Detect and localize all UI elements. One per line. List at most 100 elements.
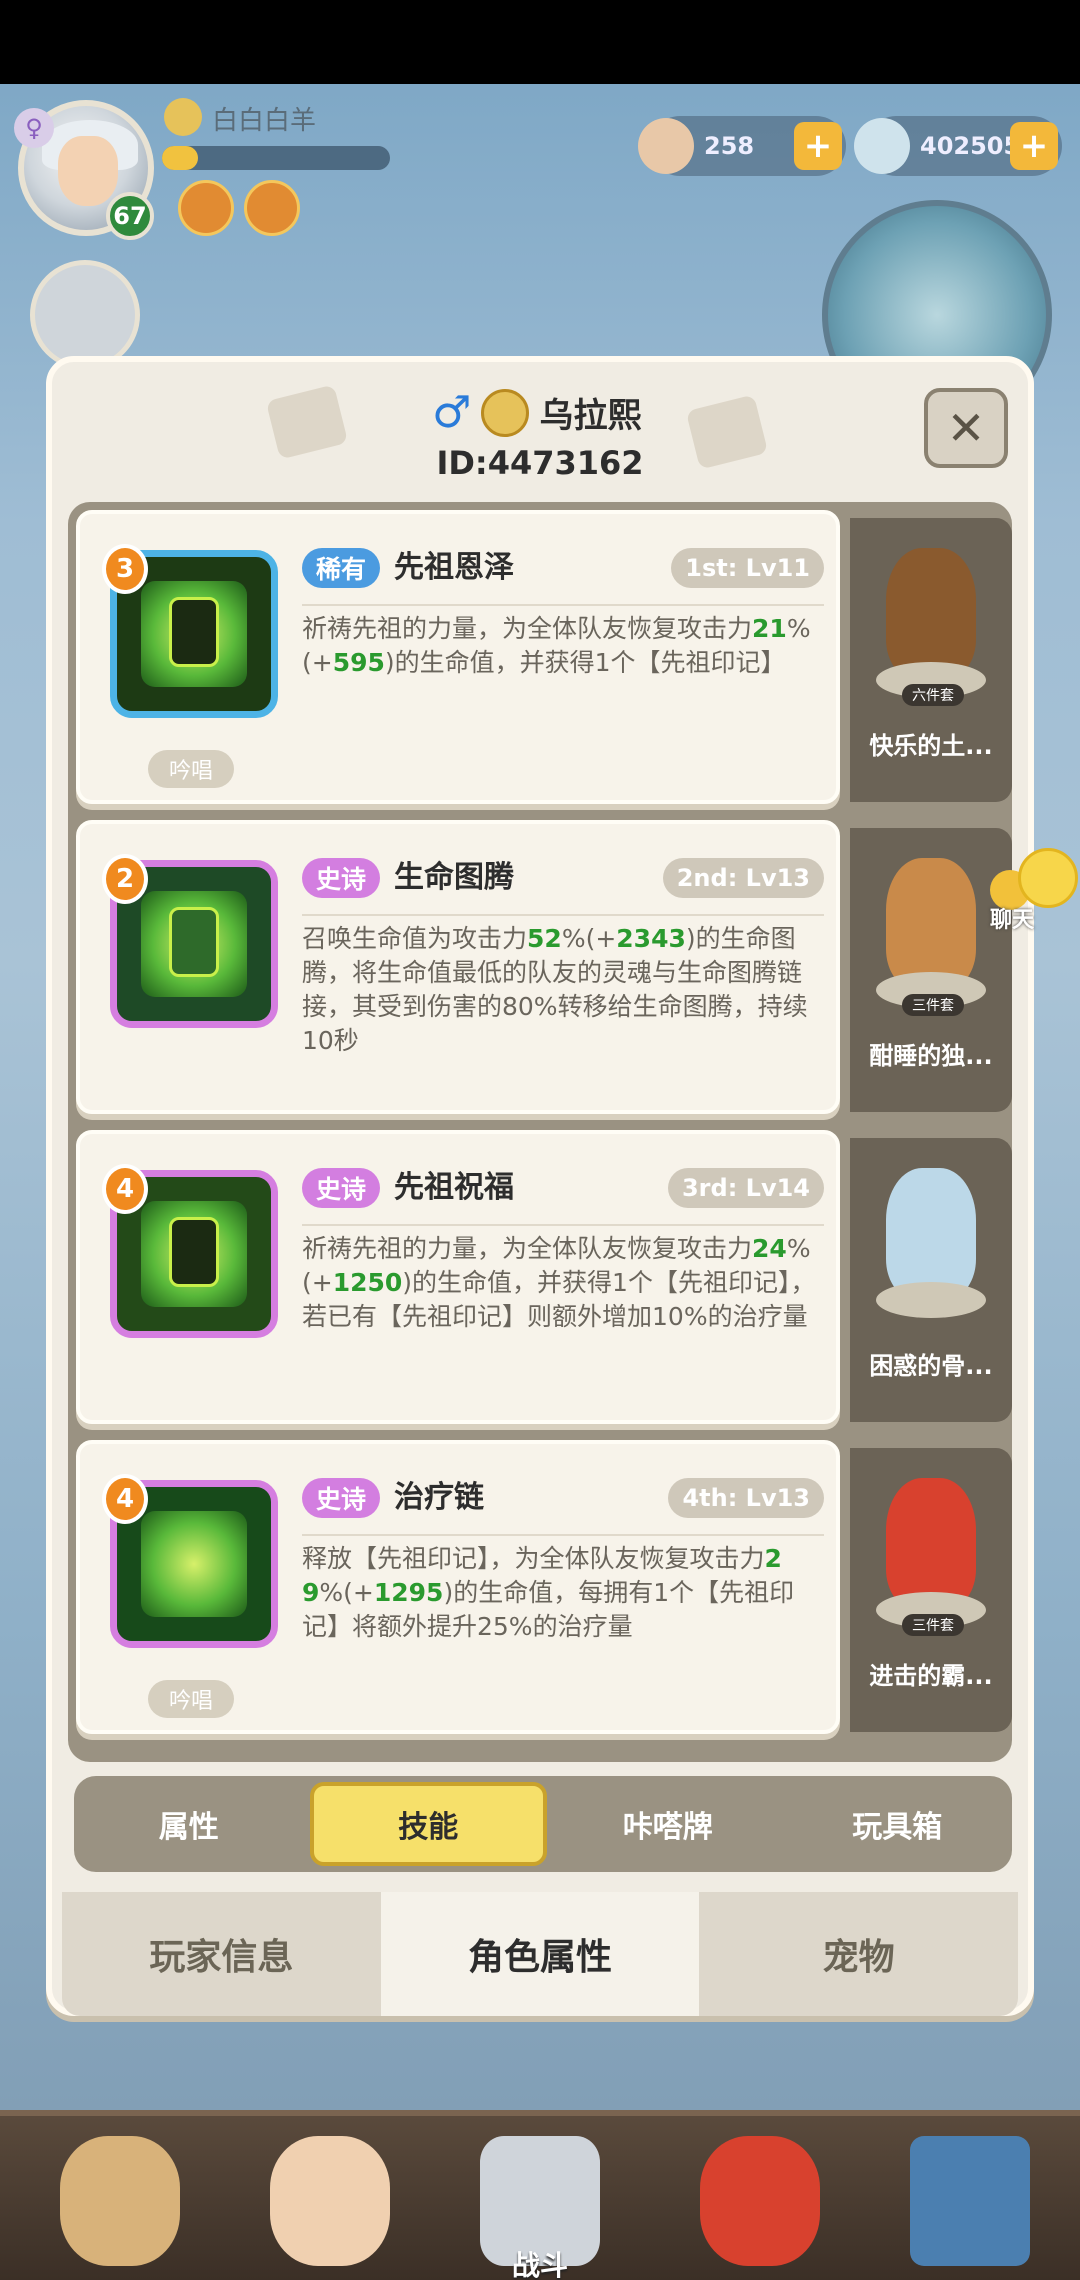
skill-order-badge: 4 — [102, 1164, 148, 1214]
rarity-tag: 史诗 — [302, 1168, 381, 1208]
skill-card[interactable]: 4 史诗 治疗链 4th: Lv13 释放【先祖印记】，为全体队友恢复攻击力29… — [76, 1440, 840, 1734]
skill-row[interactable]: 4 史诗 治疗链 4th: Lv13 释放【先祖印记】，为全体队友恢复攻击力29… — [76, 1440, 1012, 1740]
skill-order-badge: 2 — [102, 854, 148, 904]
toy-slot[interactable]: 三件套 进击的霸... — [850, 1448, 1012, 1732]
skill-level: 1st: Lv11 — [671, 548, 824, 588]
divider — [302, 1534, 824, 1536]
skill-name: 治疗链 — [394, 1480, 484, 1515]
hero-portrait-icon — [481, 388, 530, 437]
toy-name: 酣睡的独... — [869, 1042, 993, 1070]
tab-character-attributes[interactable]: 角色属性 — [380, 1892, 700, 2016]
skill-description: 祈祷先祖的力量，为全体队友恢复攻击力21%(+595)的生命值，并获得1个【先祖… — [302, 614, 811, 677]
nav-hero-2[interactable] — [230, 2126, 430, 2276]
toy-name: 快乐的土... — [869, 732, 993, 760]
skill-row[interactable]: 4 史诗 先祖祝福 3rd: Lv14 祈祷先祖的力量，为全体队友恢复攻击力24… — [76, 1130, 1012, 1430]
skill-description: 释放【先祖印记】，为全体队友恢复攻击力29%(+1295)的生命值，每拥有1个【… — [302, 1544, 795, 1641]
skill-order-badge: 3 — [102, 544, 148, 594]
skill-card[interactable]: 3 稀有 先祖恩泽 1st: Lv11 祈祷先祖的力量，为全体队友恢复攻击力21… — [76, 510, 840, 804]
player-id: ID:4473162 — [436, 444, 644, 482]
tab-pets[interactable]: 宠物 — [699, 1892, 1019, 2016]
rarity-tag: 史诗 — [302, 1478, 381, 1518]
toy-set-tag: 六件套 — [902, 684, 964, 706]
tab-attributes[interactable]: 属性 — [74, 1782, 304, 1866]
toy-figure — [886, 1478, 976, 1608]
add-shell-button[interactable]: + — [794, 122, 842, 170]
skill-figure — [169, 1217, 219, 1287]
skill-name: 先祖恩泽 — [394, 550, 514, 585]
chat-face-icon — [1018, 848, 1078, 908]
player-name: 白白白羊 — [212, 106, 317, 136]
hero-title-row: ♂ 乌拉熙 — [432, 388, 641, 437]
achievement-badge-icon[interactable] — [244, 180, 300, 236]
skill-order-badge: 4 — [102, 1474, 148, 1524]
toy-figure — [886, 1168, 976, 1298]
skill-description: 召唤生命值为攻击力52%(+2343)的生命图腾，将生命值最低的队友的灵魂与生命… — [302, 924, 808, 1055]
toy-slot[interactable]: 六件套 快乐的土... — [850, 518, 1012, 802]
exp-fill — [162, 146, 199, 170]
pearl-currency: 402505 + — [854, 116, 1062, 176]
nav-hero-1[interactable] — [20, 2126, 220, 2276]
status-bar — [0, 0, 1080, 84]
rarity-tag: 史诗 — [302, 858, 381, 898]
battle-label: 战斗 — [511, 2249, 568, 2280]
tab-player-info[interactable]: 玩家信息 — [62, 1892, 381, 2016]
skill-level: 4th: Lv13 — [668, 1478, 824, 1518]
hero-info-dialog: ♂ 乌拉熙 ID:4473162 ✕ 3 稀有 先祖恩泽 1st: Lv11 祈… — [46, 356, 1034, 2016]
toy-name: 进击的霸... — [869, 1662, 993, 1690]
toy-set-tag: 三件套 — [902, 1614, 964, 1636]
male-symbol-icon: ♂ — [432, 386, 472, 438]
skill-level: 3rd: Lv14 — [667, 1168, 824, 1208]
skill-list[interactable]: 3 稀有 先祖恩泽 1st: Lv11 祈祷先祖的力量，为全体队友恢复攻击力21… — [68, 502, 1012, 1762]
nav-pet[interactable] — [660, 2126, 860, 2276]
skill-card[interactable]: 2 史诗 生命图腾 2nd: Lv13 召唤生命值为攻击力52%(+2343)的… — [76, 820, 840, 1114]
skill-name: 生命图腾 — [394, 860, 514, 895]
pet-figure — [700, 2136, 820, 2266]
shop-icon — [910, 2136, 1030, 2266]
skill-row[interactable]: 3 稀有 先祖恩泽 1st: Lv11 祈祷先祖的力量，为全体队友恢复攻击力21… — [76, 510, 1012, 810]
nav-shop[interactable] — [870, 2126, 1070, 2276]
close-button[interactable]: ✕ — [924, 388, 1008, 468]
guild-badge-icon[interactable] — [178, 180, 234, 236]
companion-avatar[interactable] — [30, 260, 140, 370]
skill-name: 先祖祝福 — [394, 1170, 514, 1205]
main-tab-bar: 玩家信息 角色属性 宠物 — [62, 1892, 1019, 2016]
avatar-face — [58, 136, 118, 206]
skill-card[interactable]: 4 史诗 先祖祝福 3rd: Lv14 祈祷先祖的力量，为全体队友恢复攻击力24… — [76, 1130, 840, 1424]
divider — [302, 604, 824, 606]
nav-battle[interactable]: 战斗 — [440, 2126, 640, 2280]
shell-currency: 258 + — [638, 116, 846, 176]
toy-base — [876, 1282, 986, 1318]
skill-description: 祈祷先祖的力量，为全体队友恢复攻击力24%(+1250)的生命值，并获得1个【先… — [302, 1234, 816, 1331]
hero-figure — [60, 2136, 180, 2266]
chant-tag: 吟唱 — [148, 1680, 234, 1718]
tab-toybox[interactable]: 玩具箱 — [783, 1782, 1013, 1866]
title-emblem-icon — [164, 98, 202, 136]
pearl-icon — [854, 118, 910, 174]
chat-button[interactable]: 聊天 — [990, 848, 1078, 933]
add-pearl-button[interactable]: + — [1010, 122, 1058, 170]
female-symbol-icon: ♀ — [14, 108, 54, 148]
pearl-count: 402505 — [920, 132, 1021, 160]
divider — [302, 1224, 824, 1226]
tab-cards[interactable]: 咔嗒牌 — [553, 1782, 783, 1866]
divider — [302, 914, 824, 916]
tab-skills[interactable]: 技能 — [309, 1782, 547, 1866]
sub-tab-bar: 属性 技能 咔嗒牌 玩具箱 — [74, 1776, 1012, 1872]
skill-level: 2nd: Lv13 — [662, 858, 824, 898]
chant-tag: 吟唱 — [148, 750, 234, 788]
chat-label: 聊天 — [990, 908, 1035, 933]
skill-figure — [169, 597, 219, 667]
toy-slot[interactable]: 三件套 酣睡的独... — [850, 828, 1012, 1112]
toy-slot[interactable]: 困惑的骨... — [850, 1138, 1012, 1422]
hero-figure — [270, 2136, 390, 2266]
player-level-badge: 67 — [106, 192, 154, 240]
bottom-nav: 战斗 — [0, 2110, 1080, 2280]
rarity-tag: 稀有 — [302, 548, 381, 588]
skill-row[interactable]: 2 史诗 生命图腾 2nd: Lv13 召唤生命值为攻击力52%(+2343)的… — [76, 820, 1012, 1120]
hero-name: 乌拉熙 — [539, 396, 642, 436]
toy-name: 困惑的骨... — [869, 1352, 993, 1380]
skill-glow — [141, 1511, 247, 1617]
toy-set-tag: 三件套 — [902, 994, 964, 1016]
skill-figure — [169, 907, 219, 977]
toy-figure — [886, 858, 976, 988]
